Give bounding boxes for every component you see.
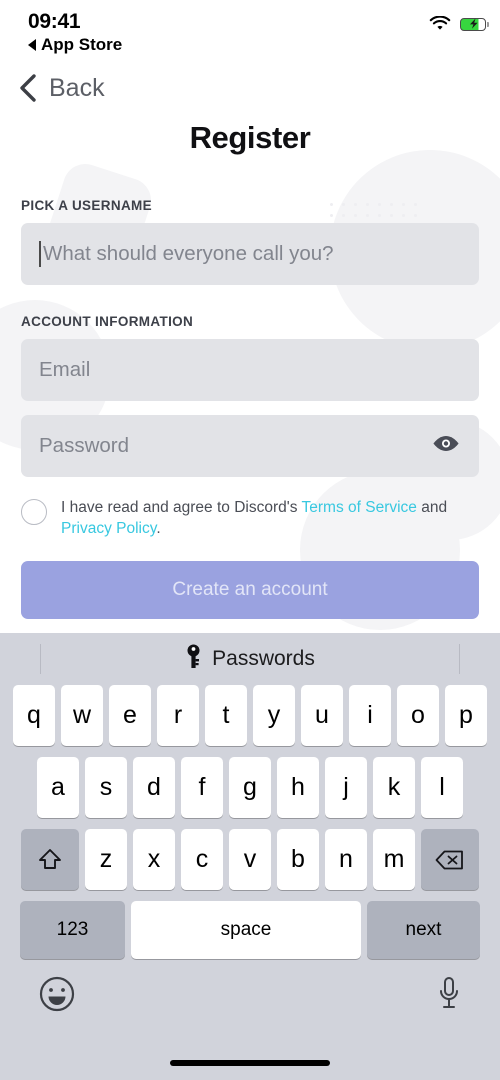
- keyboard-bottom-bar: [0, 959, 500, 1018]
- email-placeholder: Email: [39, 358, 91, 381]
- username-section-label: PICK A USERNAME: [21, 198, 153, 213]
- page-title: Register: [189, 120, 311, 155]
- key-a[interactable]: a: [37, 757, 79, 818]
- key-j[interactable]: j: [325, 757, 367, 818]
- register-form: PICK A USERNAME What should everyone cal…: [0, 198, 500, 619]
- create-account-button[interactable]: Create an account: [21, 561, 479, 619]
- shift-icon: [39, 848, 61, 869]
- key-d[interactable]: d: [133, 757, 175, 818]
- suggestion-divider-right: [459, 644, 460, 674]
- keyboard-row-1: qwertyuiop: [0, 685, 500, 746]
- numeric-key[interactable]: 123: [20, 901, 125, 959]
- key-k[interactable]: k: [373, 757, 415, 818]
- key-n[interactable]: n: [325, 829, 367, 890]
- backspace-icon: [435, 850, 463, 869]
- key-m[interactable]: m: [373, 829, 415, 890]
- key-l[interactable]: l: [421, 757, 463, 818]
- password-placeholder: Password: [39, 434, 130, 457]
- email-input[interactable]: Email: [21, 339, 479, 401]
- key-icon: [185, 644, 202, 674]
- password-input[interactable]: Password: [21, 415, 479, 477]
- emoji-icon[interactable]: [38, 975, 76, 1018]
- key-h[interactable]: h: [277, 757, 319, 818]
- agreement-text-after: .: [156, 520, 161, 537]
- space-key[interactable]: space: [131, 901, 361, 959]
- key-o[interactable]: o: [397, 685, 439, 746]
- privacy-policy-link[interactable]: Privacy Policy: [61, 520, 156, 537]
- key-g[interactable]: g: [229, 757, 271, 818]
- backspace-key[interactable]: [421, 829, 479, 890]
- agreement-row[interactable]: I have read and agree to Discord's Terms…: [21, 497, 479, 539]
- on-screen-keyboard: Passwords qwertyuiop asdfghjkl zxcvbnm 1…: [0, 633, 500, 1080]
- back-button[interactable]: Back: [0, 62, 500, 108]
- eye-icon[interactable]: [432, 435, 460, 458]
- status-bar: 09:41 App Store: [0, 0, 500, 62]
- keyboard-suggestion-bar: Passwords: [0, 633, 500, 685]
- home-indicator: [170, 1060, 330, 1066]
- key-c[interactable]: c: [181, 829, 223, 890]
- key-w[interactable]: w: [61, 685, 103, 746]
- keyboard-row-3: zxcvbnm: [0, 829, 500, 890]
- shift-key[interactable]: [21, 829, 79, 890]
- suggestion-divider-left: [40, 644, 41, 674]
- battery-charging-icon: [460, 17, 489, 31]
- status-time: 09:41: [28, 10, 81, 33]
- agreement-text-before: I have read and agree to Discord's: [61, 499, 302, 516]
- return-app-label: App Store: [41, 35, 123, 54]
- status-indicators: [429, 16, 489, 32]
- key-t[interactable]: t: [205, 685, 247, 746]
- key-z[interactable]: z: [85, 829, 127, 890]
- account-section-label: ACCOUNT INFORMATION: [21, 314, 194, 329]
- return-to-app-button[interactable]: App Store: [28, 35, 482, 55]
- keyboard-row-2: asdfghjkl: [0, 757, 500, 818]
- key-y[interactable]: y: [253, 685, 295, 746]
- key-u[interactable]: u: [301, 685, 343, 746]
- back-triangle-icon: [28, 39, 36, 51]
- text-caret: [39, 241, 41, 267]
- key-r[interactable]: r: [157, 685, 199, 746]
- microphone-icon[interactable]: [436, 975, 462, 1018]
- username-placeholder: What should everyone call you?: [43, 242, 334, 265]
- agreement-text-middle: and: [416, 499, 448, 516]
- key-i[interactable]: i: [349, 685, 391, 746]
- wifi-icon: [429, 16, 451, 30]
- key-e[interactable]: e: [109, 685, 151, 746]
- register-screen: 09:41 App Store Back Register PICK A USE…: [0, 0, 500, 1080]
- agreement-text: I have read and agree to Discord's Terms…: [61, 497, 463, 539]
- key-p[interactable]: p: [445, 685, 487, 746]
- agreement-checkbox[interactable]: [21, 499, 47, 525]
- passwords-suggestion[interactable]: Passwords: [212, 647, 315, 671]
- keyboard-row-4: 123 space next: [0, 901, 500, 959]
- back-label: Back: [49, 73, 105, 102]
- key-b[interactable]: b: [277, 829, 319, 890]
- key-v[interactable]: v: [229, 829, 271, 890]
- key-q[interactable]: q: [13, 685, 55, 746]
- key-x[interactable]: x: [133, 829, 175, 890]
- terms-of-service-link[interactable]: Terms of Service: [302, 499, 417, 516]
- key-f[interactable]: f: [181, 757, 223, 818]
- username-input[interactable]: What should everyone call you?: [21, 223, 479, 285]
- next-key[interactable]: next: [367, 901, 480, 959]
- chevron-left-icon: [20, 74, 36, 102]
- key-s[interactable]: s: [85, 757, 127, 818]
